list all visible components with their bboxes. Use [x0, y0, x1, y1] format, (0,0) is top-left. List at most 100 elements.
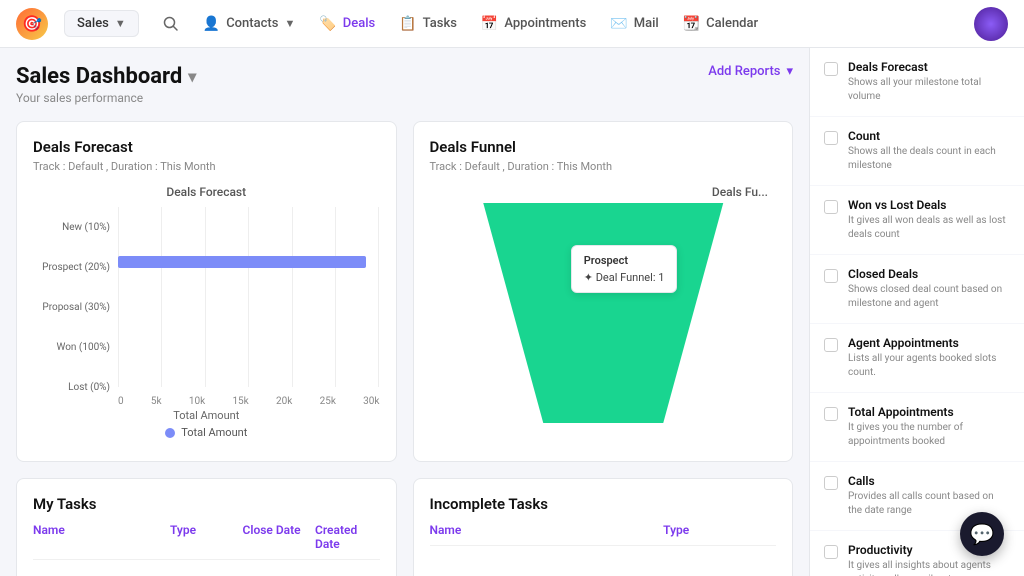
sales-dropdown[interactable]: Sales ▼	[64, 10, 139, 37]
funnel-svg	[430, 203, 777, 423]
contacts-icon: 👤	[203, 16, 220, 32]
chat-icon: 💬	[970, 522, 995, 546]
y-axis-label-2: Proposal (30%)	[33, 302, 110, 313]
nav-item-tasks[interactable]: 📋 Tasks	[399, 16, 457, 32]
bar-row-0	[118, 220, 380, 234]
dashboard-grid: Deals Forecast Track : Default , Duratio…	[16, 121, 793, 462]
bar-row-3	[118, 325, 380, 339]
my-tasks-card: My Tasks Name Type Close Date Created Da…	[16, 478, 397, 576]
my-tasks-col-name: Name	[33, 523, 162, 551]
panel-total-appointments-desc: It gives you the number of appointments …	[848, 421, 1010, 449]
mail-icon: ✉️	[610, 16, 627, 32]
y-axis-label-1: Prospect (20%)	[33, 262, 110, 273]
bar-chart-title: Deals Forecast	[33, 185, 380, 199]
navbar: 🎯 Sales ▼ 👤 Contacts ▼ 🏷️ Deals 📋 Tasks …	[0, 0, 1024, 48]
panel-count-title: Count	[848, 129, 1010, 143]
chat-widget[interactable]: 💬	[960, 512, 1004, 556]
nav-item-mail[interactable]: ✉️ Mail	[610, 16, 658, 32]
panel-agent-appointments-desc: Lists all your agents booked slots count…	[848, 352, 1010, 380]
deals-icon: 🏷️	[319, 16, 336, 32]
agent-appointments-checkbox[interactable]	[824, 338, 838, 352]
won-vs-lost-checkbox[interactable]	[824, 200, 838, 214]
count-checkbox[interactable]	[824, 131, 838, 145]
x-label-1: 5k	[151, 396, 162, 407]
bar-row-1	[118, 255, 380, 269]
x-label-0: 0	[118, 396, 124, 407]
panel-item-agent-appointments[interactable]: Agent Appointments Lists all your agents…	[810, 324, 1024, 393]
bottom-grid: My Tasks Name Type Close Date Created Da…	[16, 478, 793, 576]
panel-won-vs-lost-desc: It gives all won deals as well as lost d…	[848, 214, 1010, 242]
nav-item-contacts[interactable]: 👤 Contacts ▼	[203, 16, 296, 32]
calls-checkbox[interactable]	[824, 476, 838, 490]
total-appointments-checkbox[interactable]	[824, 407, 838, 421]
search-icon	[163, 16, 179, 32]
deals-funnel-subtitle: Track : Default , Duration : This Month	[430, 160, 777, 173]
closed-deals-checkbox[interactable]	[824, 269, 838, 283]
content-area: Sales Dashboard ▾ Your sales performance…	[0, 48, 809, 576]
bar-chart-x-label: Total Amount	[33, 409, 380, 422]
deals-forecast-subtitle: Track : Default , Duration : This Month	[33, 160, 380, 173]
panel-closed-deals-desc: Shows closed deal count based on milesto…	[848, 283, 1010, 311]
y-axis-label-0: New (10%)	[33, 222, 110, 233]
panel-item-total-appointments[interactable]: Total Appointments It gives you the numb…	[810, 393, 1024, 462]
deals-forecast-card: Deals Forecast Track : Default , Duratio…	[16, 121, 397, 462]
my-tasks-col-created: Created Date	[315, 523, 380, 551]
page-title: Sales Dashboard ▾	[16, 64, 196, 89]
page-subtitle: Your sales performance	[16, 91, 196, 105]
x-label-4: 20k	[276, 396, 292, 407]
incomplete-tasks-card: Incomplete Tasks Name Type	[413, 478, 794, 576]
y-axis-label-4: Lost (0%)	[33, 382, 110, 393]
panel-calls-title: Calls	[848, 474, 1010, 488]
deals-forecast-checkbox[interactable]	[824, 62, 838, 76]
appointments-icon: 📅	[481, 16, 498, 32]
app-logo[interactable]: 🎯	[16, 8, 48, 40]
my-tasks-title: My Tasks	[33, 495, 380, 513]
page-title-chevron-icon[interactable]: ▾	[188, 67, 196, 86]
page-header: Sales Dashboard ▾ Your sales performance…	[16, 64, 793, 105]
funnel-tooltip: Prospect ✦ Deal Funnel: 1	[571, 245, 678, 293]
panel-total-appointments-title: Total Appointments	[848, 405, 1010, 419]
deals-label: Deals	[343, 16, 375, 31]
tasks-label: Tasks	[423, 16, 457, 31]
nav-item-calendar[interactable]: 📆 Calendar	[683, 16, 758, 32]
panel-item-closed-deals[interactable]: Closed Deals Shows closed deal count bas…	[810, 255, 1024, 324]
panel-deals-forecast-title: Deals Forecast	[848, 60, 1010, 74]
main-layout: Sales Dashboard ▾ Your sales performance…	[0, 48, 1024, 576]
search-button[interactable]	[155, 8, 187, 40]
x-label-2: 10k	[189, 396, 205, 407]
page-title-section: Sales Dashboard ▾ Your sales performance	[16, 64, 196, 105]
productivity-checkbox[interactable]	[824, 545, 838, 559]
user-avatar[interactable]	[974, 7, 1008, 41]
funnel-chart-title: Deals Fu...	[430, 185, 777, 199]
y-axis-label-3: Won (100%)	[33, 342, 110, 353]
my-tasks-col-type: Type	[170, 523, 235, 551]
deals-funnel-title: Deals Funnel	[430, 138, 777, 156]
x-label-5: 25k	[320, 396, 336, 407]
panel-deals-forecast-desc: Shows all your milestone total volume	[848, 76, 1010, 104]
panel-item-count[interactable]: Count Shows all the deals count in each …	[810, 117, 1024, 186]
contacts-label: Contacts	[226, 16, 278, 31]
nav-items: 👤 Contacts ▼ 🏷️ Deals 📋 Tasks 📅 Appointm…	[203, 16, 958, 32]
deals-funnel-card: Deals Funnel Track : Default , Duration …	[413, 121, 794, 462]
add-reports-button[interactable]: Add Reports ▾	[708, 64, 793, 79]
nav-item-appointments[interactable]: 📅 Appointments	[481, 16, 586, 32]
mail-label: Mail	[634, 16, 659, 31]
legend-dot	[165, 428, 175, 438]
panel-won-vs-lost-title: Won vs Lost Deals	[848, 198, 1010, 212]
contacts-chevron-icon: ▼	[284, 17, 295, 30]
bars-container	[118, 207, 380, 387]
incomplete-tasks-table-header: Name Type	[430, 523, 777, 546]
nav-item-deals[interactable]: 🏷️ Deals	[319, 16, 375, 32]
panel-item-won-vs-lost[interactable]: Won vs Lost Deals It gives all won deals…	[810, 186, 1024, 255]
panel-item-deals-forecast[interactable]: Deals Forecast Shows all your milestone …	[810, 48, 1024, 117]
bar-fill-1	[118, 256, 366, 268]
panel-agent-appointments-title: Agent Appointments	[848, 336, 1010, 350]
dropdown-label: Sales	[77, 16, 109, 31]
bar-row-4	[118, 360, 380, 374]
tasks-icon: 📋	[399, 16, 416, 32]
panel-count-desc: Shows all the deals count in each milest…	[848, 145, 1010, 173]
panel-closed-deals-title: Closed Deals	[848, 267, 1010, 281]
my-tasks-col-close: Close Date	[243, 523, 308, 551]
bar-chart-plot-area: 0 5k 10k 15k 20k 25k 30k	[118, 207, 380, 407]
right-panel: Deals Forecast Shows all your milestone …	[809, 48, 1024, 576]
